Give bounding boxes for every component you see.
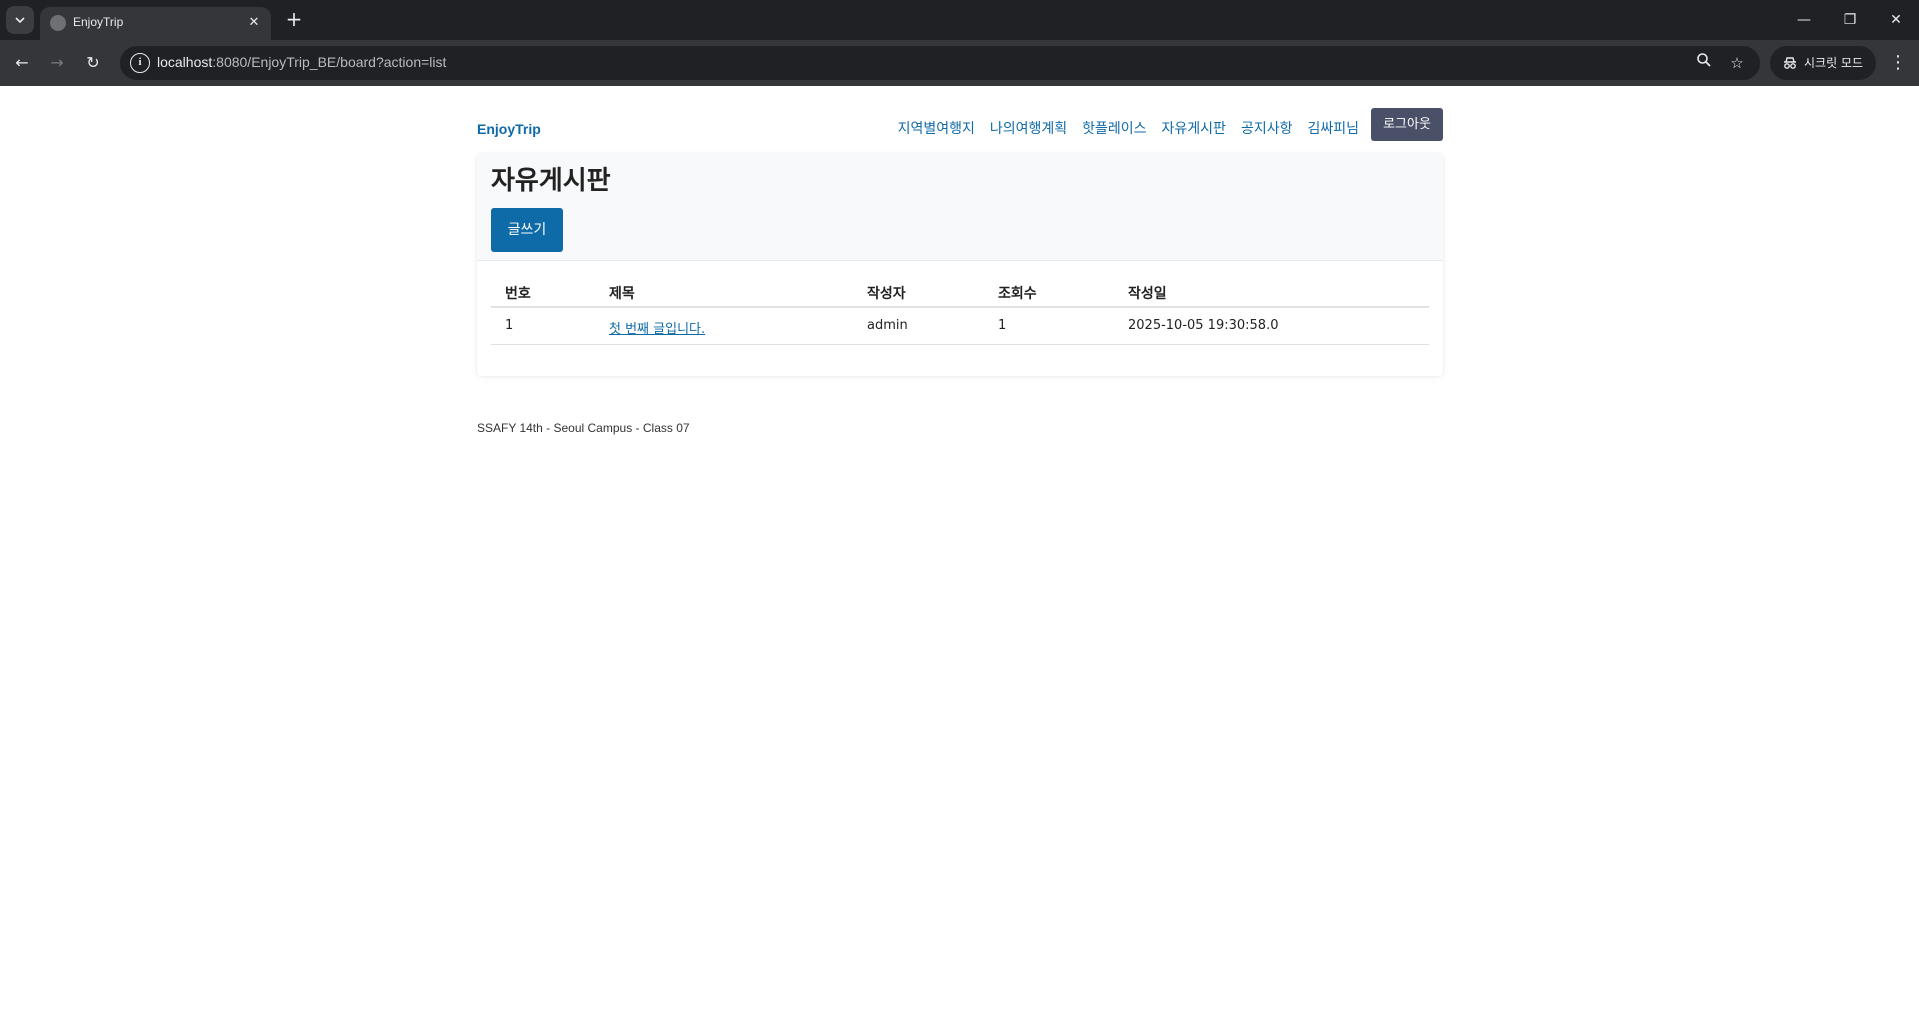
row-author: admin xyxy=(867,318,908,333)
globe-favicon-icon xyxy=(50,15,66,31)
column-header-title: 제목 xyxy=(609,286,635,302)
reload-icon[interactable]: ↻ xyxy=(79,49,107,77)
restore-icon[interactable]: ❐ xyxy=(1832,6,1868,34)
page-viewport: EnjoyTrip 지역별여행지 나의여행계획 핫플레이스 자유게시판 공지사항… xyxy=(0,86,1919,1027)
incognito-badge[interactable]: 시크릿 모드 xyxy=(1770,46,1876,80)
nav-link-free-board[interactable]: 자유게시판 xyxy=(1162,118,1226,138)
logout-button[interactable]: 로그아웃 xyxy=(1371,108,1443,141)
table-header-row: 번호 제목 작성자 조회수 작성일 xyxy=(491,275,1429,308)
window-close-icon[interactable]: ✕ xyxy=(1878,6,1914,34)
column-header-no: 번호 xyxy=(505,286,531,302)
close-icon[interactable]: ✕ xyxy=(245,14,263,32)
footer-text: SSAFY 14th - Seoul Campus - Class 07 xyxy=(477,421,690,435)
write-button[interactable]: 글쓰기 xyxy=(491,208,563,252)
board-card: 자유게시판 글쓰기 번호 제목 작성자 조회수 작성일 1 첫 번째 글입니다.… xyxy=(477,154,1443,376)
url-text[interactable]: localhost:8080/EnjoyTrip_BE/board?action… xyxy=(157,54,446,70)
url-host: localhost xyxy=(157,54,213,70)
plus-icon[interactable]: + xyxy=(282,8,306,32)
brand-link[interactable]: EnjoyTrip xyxy=(477,121,541,137)
nav-link-my-plans[interactable]: 나의여행계획 xyxy=(990,118,1067,138)
browser-tab[interactable]: EnjoyTrip ✕ xyxy=(40,7,271,40)
nav-link-regional-trips[interactable]: 지역별여행지 xyxy=(898,118,975,138)
nav-link-notice[interactable]: 공지사항 xyxy=(1241,118,1293,138)
nav-link-hotplace[interactable]: 핫플레이스 xyxy=(1082,118,1146,138)
more-menu-icon[interactable]: ⋮ xyxy=(1886,49,1910,77)
page-title: 자유게시판 xyxy=(491,166,611,196)
zoom-icon[interactable] xyxy=(1693,52,1715,74)
url-path: :8080/EnjoyTrip_BE/board?action=list xyxy=(212,54,447,70)
site-info-icon[interactable]: i xyxy=(130,53,150,73)
star-icon[interactable]: ☆ xyxy=(1726,52,1748,74)
minimize-icon[interactable]: — xyxy=(1786,6,1822,34)
row-no: 1 xyxy=(505,318,514,333)
column-header-date: 작성일 xyxy=(1128,286,1167,302)
column-header-views: 조회수 xyxy=(998,286,1037,302)
board-table: 번호 제목 작성자 조회수 작성일 1 첫 번째 글입니다. admin 1 2… xyxy=(491,275,1429,345)
row-views: 1 xyxy=(998,318,1007,333)
nav-links: 지역별여행지 나의여행계획 핫플레이스 자유게시판 공지사항 김싸피님 xyxy=(898,118,1359,138)
tab-title: EnjoyTrip xyxy=(73,15,124,29)
incognito-label: 시크릿 모드 xyxy=(1804,56,1864,70)
back-icon[interactable]: ← xyxy=(8,49,36,77)
tab-search-icon[interactable] xyxy=(6,6,34,34)
incognito-icon xyxy=(1784,57,1796,69)
table-row: 1 첫 번째 글입니다. admin 1 2025-10-05 19:30:58… xyxy=(491,308,1429,345)
board-card-header: 자유게시판 글쓰기 xyxy=(477,154,1443,261)
nav-link-user[interactable]: 김싸피님 xyxy=(1307,118,1359,138)
row-date: 2025-10-05 19:30:58.0 xyxy=(1128,318,1279,333)
site-navbar: EnjoyTrip 지역별여행지 나의여행계획 핫플레이스 자유게시판 공지사항… xyxy=(477,108,1443,142)
column-header-author: 작성자 xyxy=(867,286,906,302)
browser-tab-bar: EnjoyTrip ✕ + — ❐ ✕ xyxy=(0,0,1919,40)
browser-toolbar: ← → ↻ i localhost:8080/EnjoyTrip_BE/boar… xyxy=(0,40,1919,86)
address-bar[interactable]: i localhost:8080/EnjoyTrip_BE/board?acti… xyxy=(120,46,1760,80)
post-title-link[interactable]: 첫 번째 글입니다. xyxy=(609,318,705,337)
forward-icon[interactable]: → xyxy=(43,49,71,77)
